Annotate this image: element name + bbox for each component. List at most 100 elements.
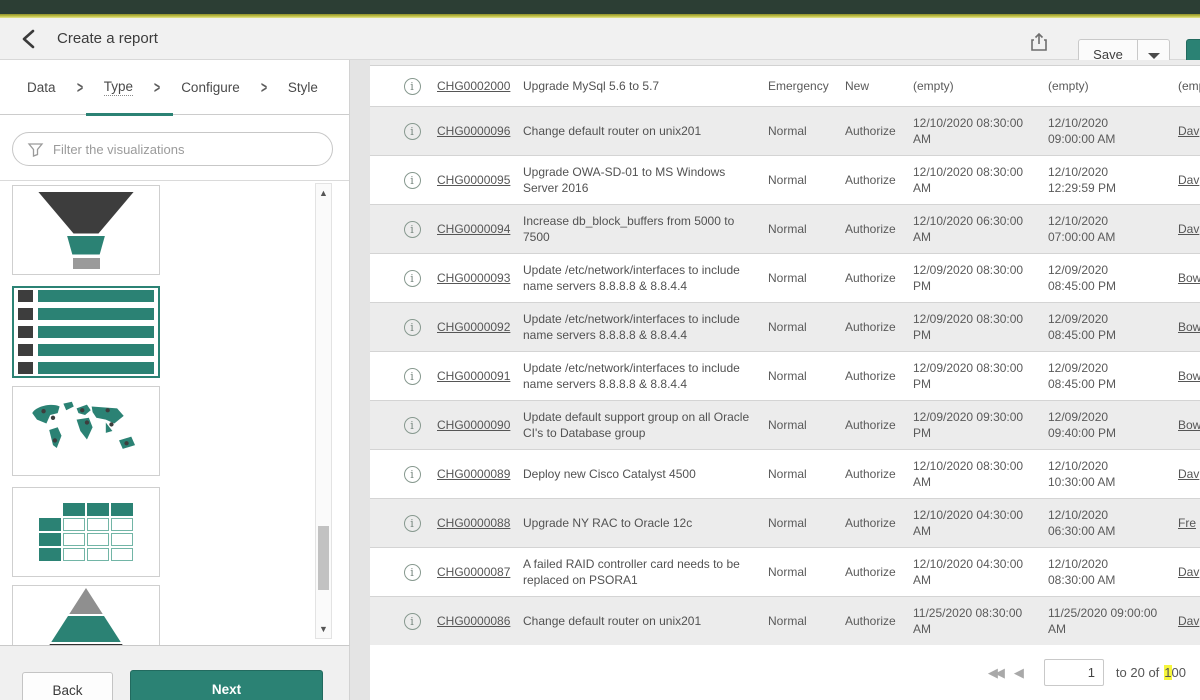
pager-total: 100 (1164, 665, 1186, 680)
assignee-link[interactable]: Dav (1178, 614, 1199, 628)
filter-visualizations-input[interactable] (53, 142, 318, 157)
short-description: Upgrade NY RAC to Oracle 12c (523, 515, 768, 531)
table-row: CHG0002000 Upgrade MySql 5.6 to 5.7 Emer… (370, 66, 1200, 107)
assignee-link[interactable]: Dav (1178, 222, 1199, 236)
record-number-link[interactable]: CHG0000092 (437, 320, 510, 334)
scroll-up-icon[interactable] (316, 188, 331, 198)
state-value: Authorize (845, 172, 913, 188)
breadcrumb-step-style[interactable]: Style (288, 80, 318, 95)
info-circle-icon[interactable] (404, 368, 421, 385)
planned-end-date: 12/10/2020 08:30:00 AM (1048, 556, 1178, 588)
first-page-icon[interactable] (988, 665, 1002, 681)
short-description: Upgrade OWA-SD-01 to MS Windows Server 2… (523, 164, 768, 196)
planned-start-date: 12/09/2020 08:30:00 PM (913, 311, 1048, 343)
priority-value: Normal (768, 270, 845, 286)
viz-thumb-pyramid[interactable] (12, 585, 160, 645)
viz-thumb-funnel[interactable] (12, 185, 160, 275)
next-button[interactable]: Next (130, 670, 323, 700)
assignee-link[interactable]: Bow (1178, 418, 1200, 432)
planned-start-date: 12/10/2020 08:30:00 AM (913, 115, 1048, 147)
priority-value: Normal (768, 221, 845, 237)
planned-start-date: 12/10/2020 04:30:00 AM (913, 507, 1048, 539)
viz-thumb-heatmap[interactable] (12, 487, 160, 577)
assignee-link[interactable]: Dav (1178, 467, 1199, 481)
assignee-link[interactable]: Fre (1178, 516, 1196, 530)
priority-value: Normal (768, 368, 845, 384)
breadcrumb-step-type[interactable]: Type (104, 79, 133, 96)
state-value: Authorize (845, 368, 913, 384)
info-circle-icon[interactable] (404, 123, 421, 140)
planned-end-date: (empty) (1048, 78, 1178, 94)
list-chart-icon (18, 290, 154, 374)
info-circle-icon[interactable] (404, 319, 421, 336)
short-description: Update default support group on all Orac… (523, 409, 768, 441)
page-number-input[interactable] (1044, 659, 1104, 686)
short-description: Increase db_block_buffers from 5000 to 7… (523, 213, 768, 245)
state-value: Authorize (845, 123, 913, 139)
info-circle-icon[interactable] (404, 515, 421, 532)
record-number-link[interactable]: CHG0000089 (437, 467, 510, 481)
record-number-link[interactable]: CHG0000090 (437, 418, 510, 432)
record-number-link[interactable]: CHG0000086 (437, 614, 510, 628)
info-circle-icon[interactable] (404, 221, 421, 238)
priority-value: Normal (768, 319, 845, 335)
share-export-icon[interactable] (1028, 31, 1050, 53)
page-title: Create a report (57, 30, 158, 47)
chevron-right-icon: > (77, 77, 83, 96)
previous-page-icon[interactable] (1014, 665, 1024, 681)
state-value: Authorize (845, 270, 913, 286)
record-number-link[interactable]: CHG0000091 (437, 369, 510, 383)
viz-thumb-map[interactable] (12, 386, 160, 476)
info-circle-icon[interactable] (404, 172, 421, 189)
assignee-link[interactable]: Dav (1178, 565, 1199, 579)
info-circle-icon[interactable] (404, 613, 421, 630)
record-number-link[interactable]: CHG0000087 (437, 565, 510, 579)
filter-row (0, 115, 349, 181)
short-description: Update /etc/network/interfaces to includ… (523, 262, 768, 294)
table-row: CHG0000090 Update default support group … (370, 401, 1200, 450)
record-number-link[interactable]: CHG0000094 (437, 222, 510, 236)
records-table: CHG0002000 Upgrade MySql 5.6 to 5.7 Emer… (370, 60, 1200, 645)
scroll-down-icon[interactable] (316, 624, 331, 634)
record-number-link[interactable]: CHG0000096 (437, 124, 510, 138)
report-type-panel: Data > Type > Configure > Style (0, 60, 350, 645)
table-row: CHG0000094 Increase db_block_buffers fro… (370, 205, 1200, 254)
funnel-chart-icon (38, 192, 134, 269)
assignee-link[interactable]: Bow (1178, 320, 1200, 334)
assignee-link[interactable]: Bow (1178, 369, 1200, 383)
record-number-link[interactable]: CHG0002000 (437, 79, 510, 93)
priority-value: Normal (768, 417, 845, 433)
info-circle-icon[interactable] (404, 270, 421, 287)
active-step-indicator (86, 113, 173, 116)
breadcrumb-step-configure[interactable]: Configure (181, 80, 240, 95)
info-circle-icon[interactable] (404, 417, 421, 434)
back-button[interactable]: Back (22, 672, 113, 700)
viz-thumb-list[interactable] (12, 286, 160, 378)
info-circle-icon[interactable] (404, 78, 421, 95)
short-description: Update /etc/network/interfaces to includ… (523, 311, 768, 343)
state-value: Authorize (845, 417, 913, 433)
assignee-link[interactable]: Dav (1178, 124, 1199, 138)
record-number-link[interactable]: CHG0000088 (437, 516, 510, 530)
info-circle-icon[interactable] (404, 564, 421, 581)
record-number-link[interactable]: CHG0000093 (437, 271, 510, 285)
back-arrow-button[interactable] (18, 27, 42, 51)
visualization-scrollbar[interactable] (315, 183, 332, 639)
wizard-footer: Back Next (0, 645, 350, 700)
pager: to 20 of 100 (988, 659, 1186, 686)
assignee-link[interactable]: Dav (1178, 173, 1199, 187)
planned-end-date: 12/09/2020 08:45:00 PM (1048, 262, 1178, 294)
pager-range-label: to 20 of (1116, 665, 1159, 680)
table-row: CHG0000093 Update /etc/network/interface… (370, 254, 1200, 303)
brand-top-strip (0, 0, 1200, 14)
info-circle-icon[interactable] (404, 466, 421, 483)
short-description: Upgrade MySql 5.6 to 5.7 (523, 78, 768, 94)
breadcrumb: Data > Type > Configure > Style (0, 60, 349, 115)
breadcrumb-step-data[interactable]: Data (27, 80, 56, 95)
record-number-link[interactable]: CHG0000095 (437, 173, 510, 187)
priority-value: Emergency (768, 78, 845, 94)
scrollbar-thumb[interactable] (318, 526, 329, 590)
assignee-link[interactable]: Bow (1178, 271, 1200, 285)
planned-start-date: 12/10/2020 08:30:00 AM (913, 164, 1048, 196)
priority-value: Normal (768, 564, 845, 580)
